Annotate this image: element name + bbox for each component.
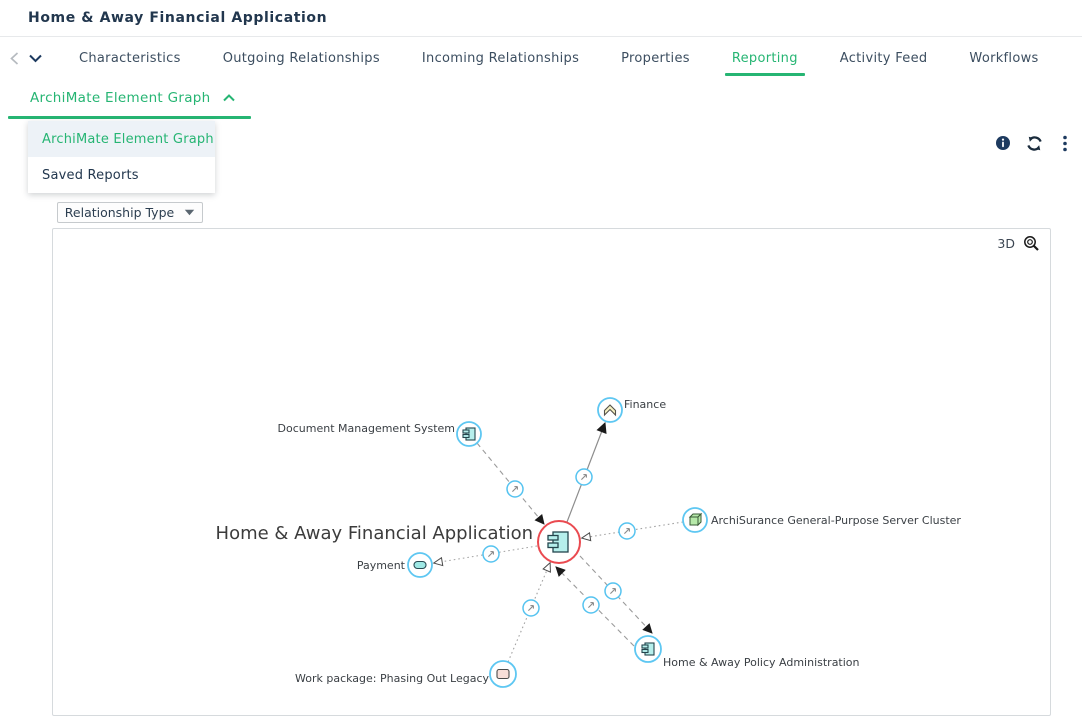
relationship-type-select[interactable]: Relationship Type xyxy=(57,202,203,223)
report-selector-label: ArchiMate Element Graph xyxy=(30,90,211,106)
refresh-icon[interactable] xyxy=(1025,134,1043,152)
tab-characteristics[interactable]: Characteristics xyxy=(58,37,202,79)
report-selector-toggle[interactable]: ArchiMate Element Graph xyxy=(0,80,236,116)
report-dropdown-menu: ArchiMate Element Graph Saved Reports xyxy=(28,121,215,193)
element-graph[interactable]: Home & Away Financial Application Financ… xyxy=(53,229,1050,715)
relationship-badge[interactable] xyxy=(619,523,635,539)
node-label: Home & Away Policy Administration xyxy=(663,656,860,669)
chevron-up-icon xyxy=(223,89,236,107)
tab-bar: Characteristics Outgoing Relationships I… xyxy=(0,37,1082,79)
node-label: Finance xyxy=(624,398,666,411)
node-finance[interactable]: Finance xyxy=(598,398,666,422)
caret-down-icon xyxy=(184,209,195,216)
relationship-badge[interactable] xyxy=(576,469,592,485)
relationship-badge[interactable] xyxy=(605,583,621,599)
node-home-away-policy-administration[interactable]: Home & Away Policy Administration xyxy=(635,636,860,669)
active-report-underline xyxy=(8,116,251,119)
node-payment[interactable]: Payment xyxy=(357,553,432,577)
tab-reporting[interactable]: Reporting xyxy=(711,37,819,79)
graph-tools: 3D xyxy=(997,234,1040,252)
graph-panel: 3D xyxy=(52,228,1051,716)
node-label: ArchiSurance General-Purpose Server Clus… xyxy=(711,514,961,527)
technology-node-icon xyxy=(690,514,701,525)
node-label: Document Management System xyxy=(278,422,455,435)
report-selector-row: ArchiMate Element Graph xyxy=(0,80,236,120)
tab-activity-feed[interactable]: Activity Feed xyxy=(819,37,949,79)
relationship-badge[interactable] xyxy=(583,597,599,613)
info-icon[interactable] xyxy=(994,134,1012,152)
more-options-icon[interactable] xyxy=(1056,134,1074,152)
central-node-label: Home & Away Financial Application xyxy=(216,523,533,544)
tab-properties[interactable]: Properties xyxy=(600,37,711,79)
view-mode-3d-button[interactable]: 3D xyxy=(997,236,1015,251)
tab-workflows[interactable]: Workflows xyxy=(948,37,1059,79)
node-archisurance-server-cluster[interactable]: ArchiSurance General-Purpose Server Clus… xyxy=(683,508,961,532)
application-window: Home & Away Financial Application Charac… xyxy=(0,0,1082,717)
relationship-badge[interactable] xyxy=(523,600,539,616)
menu-item-saved-reports[interactable]: Saved Reports xyxy=(28,157,215,193)
node-label: Work package: Phasing Out Legacy xyxy=(295,672,489,685)
relationship-badge[interactable] xyxy=(507,481,523,497)
node-document-management-system[interactable]: Document Management System xyxy=(278,422,481,446)
zoom-magnifier-icon[interactable] xyxy=(1022,234,1040,252)
page-header: Home & Away Financial Application xyxy=(0,0,1082,37)
chevron-down-icon[interactable] xyxy=(28,49,42,67)
tab-scroll-controls xyxy=(0,37,58,79)
tab-outgoing-relationships[interactable]: Outgoing Relationships xyxy=(202,37,401,79)
relationship-badge[interactable] xyxy=(483,546,499,562)
application-service-icon xyxy=(414,562,426,569)
work-package-icon xyxy=(497,670,509,679)
node-home-away-financial-application[interactable]: Home & Away Financial Application xyxy=(216,521,580,563)
chevron-left-icon[interactable] xyxy=(8,49,20,67)
report-toolbar xyxy=(994,134,1074,152)
node-label: Payment xyxy=(357,559,406,572)
menu-item-archimate-element-graph[interactable]: ArchiMate Element Graph xyxy=(28,121,215,157)
tab-incoming-relationships[interactable]: Incoming Relationships xyxy=(401,37,600,79)
page-title: Home & Away Financial Application xyxy=(0,10,327,26)
relationship-type-label: Relationship Type xyxy=(65,205,174,220)
node-work-package-phasing-out-legacy[interactable]: Work package: Phasing Out Legacy xyxy=(295,661,516,687)
